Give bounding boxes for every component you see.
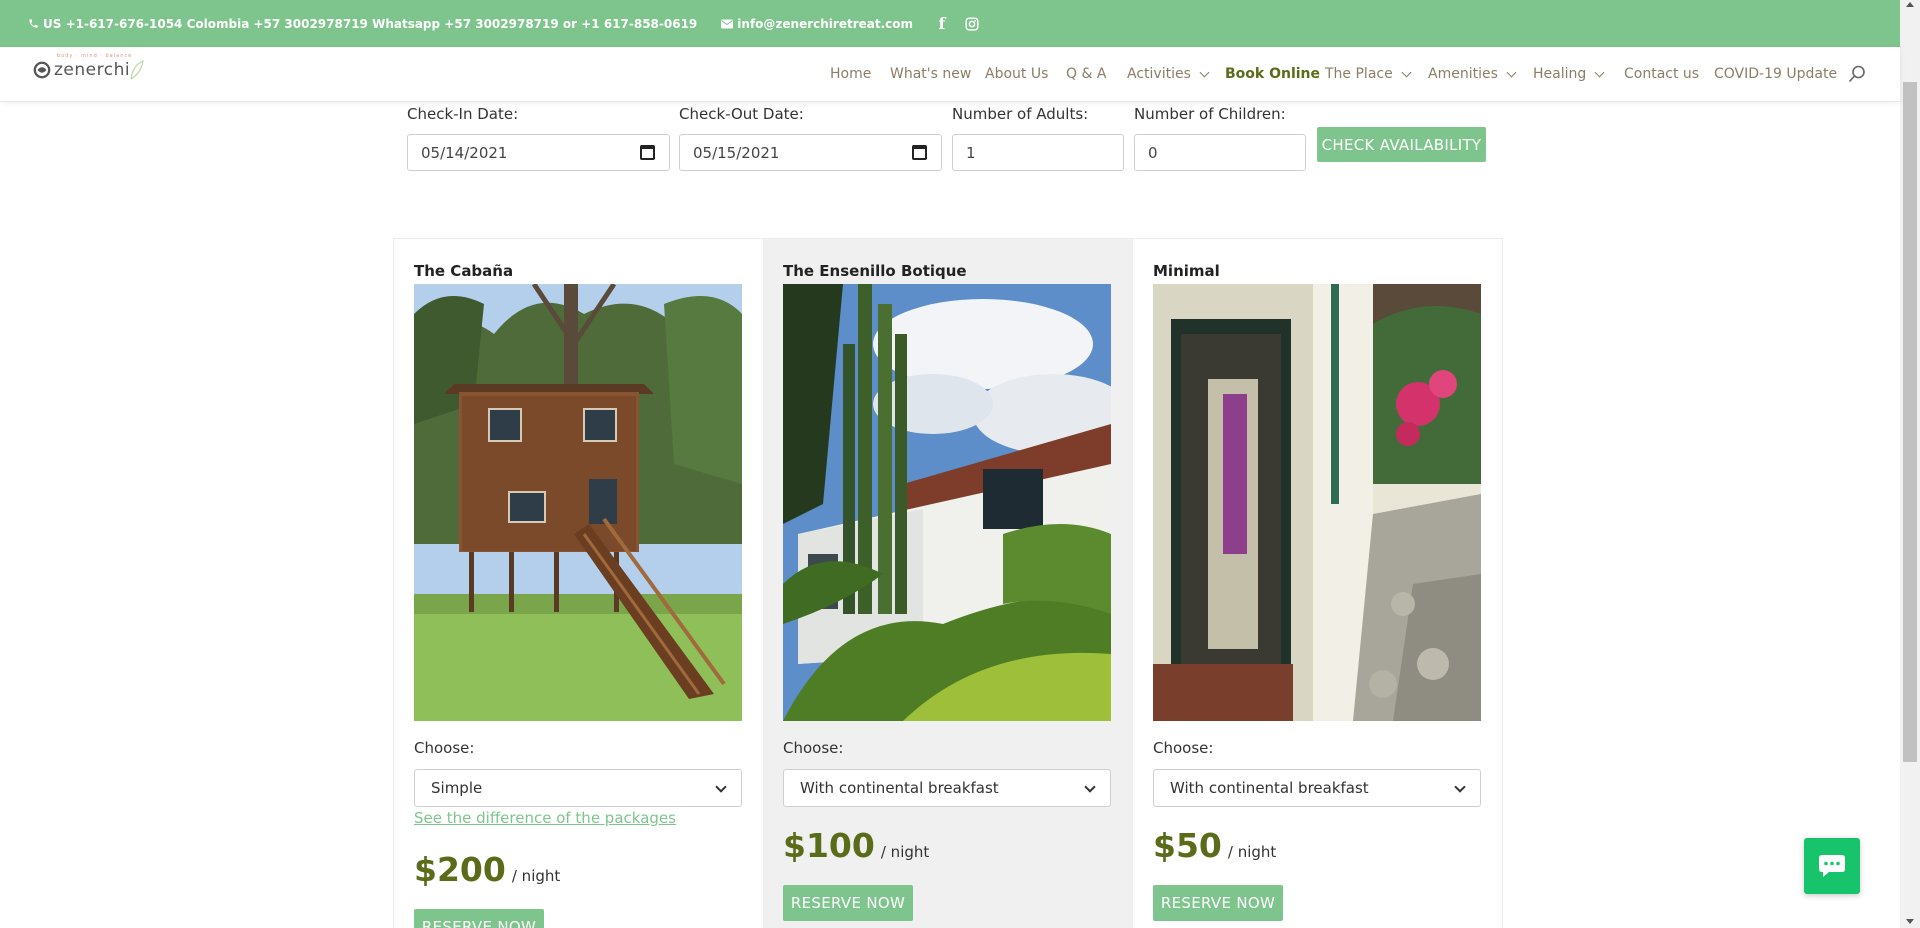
chevron-down-icon bbox=[1506, 67, 1517, 77]
chevron-down-icon bbox=[1401, 67, 1412, 77]
nav-about-us[interactable]: About Us bbox=[985, 66, 1048, 82]
nav-amenities[interactable]: Amenities bbox=[1428, 66, 1517, 82]
search-icon[interactable] bbox=[1848, 65, 1866, 83]
phone-contact[interactable]: US +1-617-676-1054 Colombia +57 30029787… bbox=[28, 17, 697, 31]
package-select[interactable]: Simple bbox=[414, 769, 742, 807]
adults-value: 1 bbox=[966, 143, 976, 162]
room-photo-ensenillo[interactable] bbox=[783, 284, 1111, 721]
nav-label: COVID-19 Update bbox=[1714, 66, 1838, 82]
package-value: With continental breakfast bbox=[800, 779, 999, 797]
facebook-link[interactable]: f bbox=[933, 14, 951, 33]
checkout-value: 05/15/2021 bbox=[693, 143, 780, 162]
email-contact[interactable]: info@zenerchiretreat.com bbox=[721, 17, 913, 31]
room-price: $200 / night bbox=[414, 850, 560, 889]
main-navigation: Home What's new About Us Q & A Activitie… bbox=[0, 47, 1900, 101]
package-select[interactable]: With continental breakfast bbox=[783, 769, 1111, 807]
chevron-down-icon bbox=[1084, 781, 1096, 793]
choose-label: Choose: bbox=[783, 739, 844, 757]
nav-covid-update[interactable]: COVID-19 Update bbox=[1714, 66, 1837, 82]
checkin-value: 05/14/2021 bbox=[421, 143, 508, 162]
chevron-down-icon bbox=[715, 781, 727, 793]
nav-label: Contact us bbox=[1624, 66, 1700, 82]
chevron-down-icon bbox=[1454, 781, 1466, 793]
checkin-label: Check-In Date: bbox=[407, 105, 519, 123]
nav-home[interactable]: Home bbox=[830, 66, 871, 82]
choose-label: Choose: bbox=[414, 739, 475, 757]
choose-label: Choose: bbox=[1153, 739, 1214, 757]
nav-activities[interactable]: Activities bbox=[1127, 66, 1210, 82]
instagram-link[interactable] bbox=[965, 16, 979, 31]
chevron-down-icon bbox=[1594, 67, 1605, 77]
room-card-ensenillo: The Ensenillo Botique Choose: With conti… bbox=[763, 239, 1133, 928]
email-icon bbox=[721, 19, 734, 28]
checkout-date-input[interactable]: 05/15/2021 bbox=[679, 134, 942, 171]
checkin-date-input[interactable]: 05/14/2021 bbox=[407, 134, 670, 171]
nav-label: Q & A bbox=[1066, 66, 1107, 82]
instagram-icon bbox=[965, 16, 979, 31]
nav-label: Book Online bbox=[1225, 66, 1321, 82]
reserve-now-button[interactable]: RESERVE NOW bbox=[783, 885, 913, 921]
reserve-now-button[interactable]: RESERVE NOW bbox=[1153, 885, 1283, 921]
room-photo-minimal[interactable] bbox=[1153, 284, 1481, 721]
children-input[interactable]: 0 bbox=[1134, 134, 1306, 171]
nav-label: The Place bbox=[1325, 66, 1393, 82]
phone-icon bbox=[29, 19, 38, 28]
top-contact-bar: US +1-617-676-1054 Colombia +57 30029787… bbox=[0, 0, 1900, 47]
phone-text: US +1-617-676-1054 Colombia +57 30029787… bbox=[43, 16, 698, 31]
nav-label: About Us bbox=[985, 66, 1049, 82]
package-value: With continental breakfast bbox=[1170, 779, 1369, 797]
calendar-icon[interactable] bbox=[640, 145, 655, 160]
packages-difference-link[interactable]: See the difference of the packages bbox=[414, 809, 676, 827]
room-title: The Ensenillo Botique bbox=[783, 262, 967, 280]
cabana-treehouse-image bbox=[414, 284, 742, 721]
rooms-grid: The Cabaña Choose: Simple See the differ… bbox=[393, 238, 1503, 928]
nav-qa[interactable]: Q & A bbox=[1066, 66, 1106, 82]
nav-whats-new[interactable]: What's new bbox=[890, 66, 971, 82]
nav-the-place[interactable]: The Place bbox=[1325, 66, 1412, 82]
room-title: The Cabaña bbox=[414, 262, 514, 280]
nav-healing[interactable]: Healing bbox=[1533, 66, 1605, 82]
price-amount: $100 bbox=[783, 826, 875, 865]
room-price: $50 / night bbox=[1153, 826, 1276, 865]
children-label: Number of Children: bbox=[1134, 105, 1286, 123]
package-select[interactable]: With continental breakfast bbox=[1153, 769, 1481, 807]
price-unit: / night bbox=[1227, 843, 1277, 861]
room-price: $100 / night bbox=[783, 826, 929, 865]
minimal-room-image bbox=[1153, 284, 1481, 721]
price-unit: / night bbox=[880, 843, 930, 861]
reserve-now-button[interactable]: RESERVE NOW bbox=[414, 909, 544, 928]
page-scrollbar[interactable] bbox=[1900, 0, 1920, 928]
nav-book-online[interactable]: Book Online bbox=[1225, 66, 1320, 82]
chat-button[interactable] bbox=[1804, 838, 1860, 894]
scroll-up-icon[interactable] bbox=[1906, 2, 1914, 7]
room-card-cabana: The Cabaña Choose: Simple See the differ… bbox=[394, 239, 763, 928]
nav-label: Activities bbox=[1127, 66, 1191, 82]
nav-label: Home bbox=[830, 66, 872, 82]
package-value: Simple bbox=[431, 779, 483, 797]
adults-input[interactable]: 1 bbox=[952, 134, 1124, 171]
chevron-down-icon bbox=[1199, 67, 1210, 77]
price-unit: / night bbox=[511, 867, 561, 885]
nav-contact-us[interactable]: Contact us bbox=[1624, 66, 1699, 82]
checkout-label: Check-Out Date: bbox=[679, 105, 804, 123]
email-text: info@zenerchiretreat.com bbox=[737, 16, 913, 31]
ensenillo-garden-image bbox=[783, 284, 1111, 721]
check-availability-button[interactable]: CHECK AVAILABILITY bbox=[1317, 127, 1486, 162]
room-title: Minimal bbox=[1153, 262, 1220, 280]
adults-label: Number of Adults: bbox=[952, 105, 1089, 123]
scroll-down-icon[interactable] bbox=[1906, 919, 1914, 924]
children-value: 0 bbox=[1148, 143, 1158, 162]
site-header: zenerchi body · mind · balance Home What… bbox=[0, 47, 1900, 101]
nav-label: Healing bbox=[1533, 66, 1587, 82]
calendar-icon[interactable] bbox=[912, 145, 927, 160]
nav-label: What's new bbox=[890, 66, 972, 82]
price-amount: $50 bbox=[1153, 826, 1222, 865]
chat-bubble-icon bbox=[1819, 855, 1845, 877]
nav-label: Amenities bbox=[1428, 66, 1498, 82]
price-amount: $200 bbox=[414, 850, 506, 889]
room-card-minimal: Minimal Choose: With continental breakfa… bbox=[1133, 239, 1502, 928]
scrollbar-thumb[interactable] bbox=[1903, 82, 1917, 762]
facebook-icon: f bbox=[938, 14, 946, 33]
room-photo-cabana[interactable] bbox=[414, 284, 742, 721]
